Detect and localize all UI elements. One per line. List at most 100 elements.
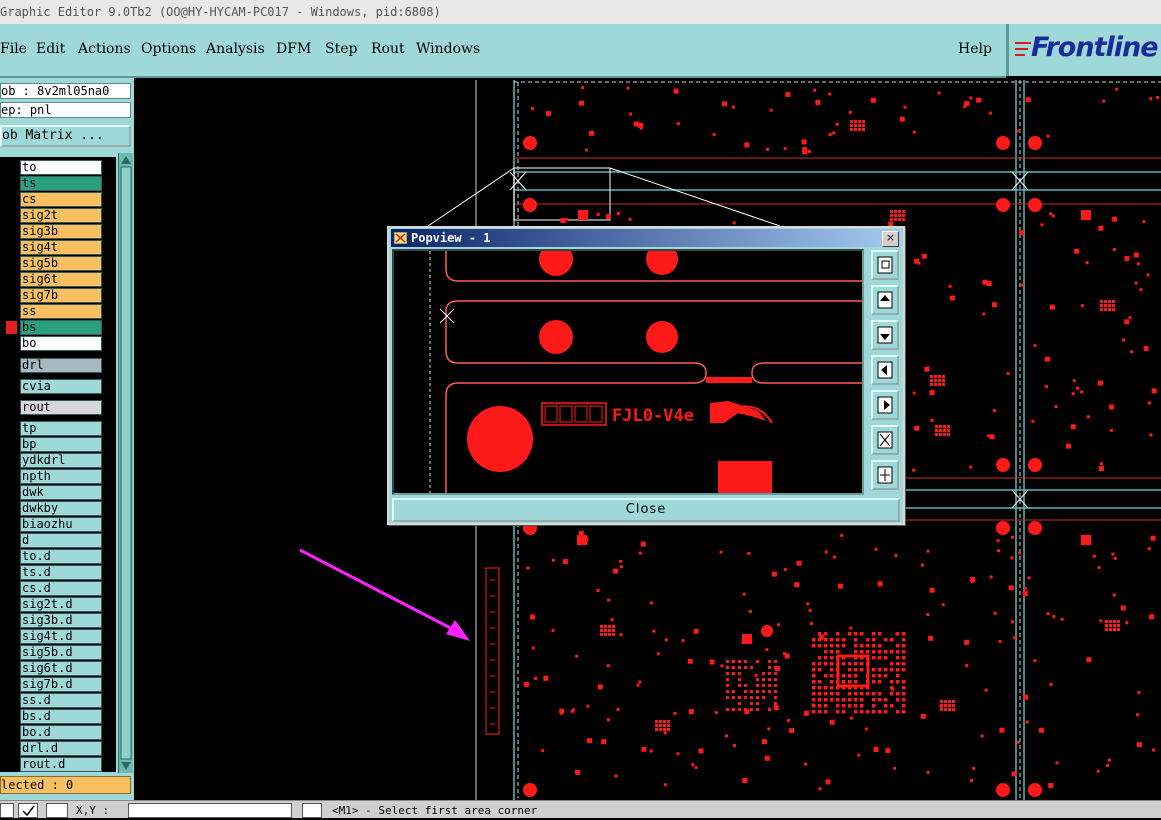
layer-name[interactable]: ydkdrl	[20, 453, 102, 468]
layer-row[interactable]: cs	[0, 192, 104, 208]
menu-file[interactable]: File	[0, 41, 27, 57]
zoom-fit-button[interactable]	[871, 425, 899, 455]
close-icon[interactable]: ×	[882, 231, 899, 247]
pan-left-button[interactable]	[871, 355, 899, 385]
layer-visibility-box[interactable]	[0, 597, 18, 612]
layer-visibility-box[interactable]	[0, 645, 18, 660]
layer-row[interactable]: ydkdrl	[0, 453, 104, 469]
layer-row[interactable]: bo.d	[0, 725, 104, 741]
layer-row[interactable]: cs.d	[0, 581, 104, 597]
layer-visibility-box[interactable]	[0, 709, 18, 724]
layer-visibility-box[interactable]	[0, 208, 18, 223]
layer-name[interactable]: to.d	[20, 549, 102, 564]
layer-visibility-box[interactable]	[0, 741, 18, 756]
layer-row[interactable]: rout.d	[0, 757, 104, 773]
pan-down-button[interactable]	[871, 320, 899, 350]
layer-visibility-box[interactable]	[0, 421, 18, 436]
layer-visibility-box[interactable]	[0, 400, 18, 415]
layer-row[interactable]: npth	[0, 469, 104, 485]
layers-icon[interactable]	[46, 803, 68, 818]
layer-name[interactable]: ss	[20, 304, 102, 319]
layer-row[interactable]: sig5b	[0, 256, 104, 272]
layer-name[interactable]: rout.d	[20, 757, 102, 772]
layer-visibility-box[interactable]	[0, 358, 18, 373]
layer-name[interactable]: ts	[20, 176, 102, 191]
layer-visibility-box[interactable]	[0, 629, 18, 644]
popview-canvas[interactable]: FJL0-V4e	[392, 249, 864, 495]
layer-row[interactable]: sig4t.d	[0, 629, 104, 645]
layer-row[interactable]: to.d	[0, 549, 104, 565]
menu-windows[interactable]: Windows	[416, 41, 480, 57]
layer-visibility-box[interactable]	[0, 661, 18, 676]
layer-visibility-box[interactable]	[0, 272, 18, 287]
layer-name[interactable]: dwk	[20, 485, 102, 500]
layer-visibility-box[interactable]	[0, 565, 18, 580]
layer-row[interactable]: drl.d	[0, 741, 104, 757]
layer-row[interactable]: sig2t.d	[0, 597, 104, 613]
layer-row[interactable]: sig6t.d	[0, 661, 104, 677]
layer-visibility-box[interactable]	[0, 192, 18, 207]
layer-name[interactable]: npth	[20, 469, 102, 484]
layer-name[interactable]: sig5b.d	[20, 645, 102, 660]
layer-visibility-box[interactable]	[0, 256, 18, 271]
layer-name[interactable]: sig7b	[20, 288, 102, 303]
layer-row[interactable]: dwkby	[0, 501, 104, 517]
layer-name[interactable]: bo	[20, 336, 102, 351]
layer-row[interactable]: ss.d	[0, 693, 104, 709]
layer-visibility-box[interactable]	[0, 288, 18, 303]
layer-row[interactable]: sig3b.d	[0, 613, 104, 629]
menu-help[interactable]: Help	[958, 41, 992, 57]
layer-name[interactable]: sig6t	[20, 272, 102, 287]
layer-visibility-box[interactable]	[0, 453, 18, 468]
layer-name[interactable]: bs	[20, 320, 102, 335]
layer-row[interactable]: bo	[0, 336, 104, 352]
layer-visibility-box[interactable]	[0, 549, 18, 564]
pan-up-button[interactable]	[871, 285, 899, 315]
layer-row[interactable]: to	[0, 160, 104, 176]
layer-row[interactable]: drl	[0, 358, 104, 374]
layer-visibility-box[interactable]	[0, 240, 18, 255]
layer-name[interactable]: sig2t.d	[20, 597, 102, 612]
menu-edit[interactable]: Edit	[36, 41, 65, 57]
layer-name[interactable]: cs.d	[20, 581, 102, 596]
layer-row[interactable]: sig6t	[0, 272, 104, 288]
layer-row[interactable]: sig5b.d	[0, 645, 104, 661]
layer-visibility-box[interactable]	[0, 336, 18, 351]
layer-visibility-box[interactable]	[0, 437, 18, 452]
layer-row[interactable]: tp	[0, 421, 104, 437]
layer-name[interactable]: tp	[20, 421, 102, 436]
layer-visibility-box[interactable]	[0, 160, 18, 175]
layer-row[interactable]: bp	[0, 437, 104, 453]
layer-row[interactable]: ts.d	[0, 565, 104, 581]
menu-actions[interactable]: Actions	[78, 41, 131, 57]
layer-name[interactable]: cvia	[20, 379, 102, 394]
layer-name[interactable]: sig7b.d	[20, 677, 102, 692]
layer-visibility-box[interactable]	[0, 693, 18, 708]
layer-name[interactable]: bo.d	[20, 725, 102, 740]
status-toggle-1[interactable]	[0, 803, 14, 818]
menu-rout[interactable]: Rout	[371, 41, 405, 57]
layer-name[interactable]: ss.d	[20, 693, 102, 708]
layer-row[interactable]: d	[0, 533, 104, 549]
layer-name[interactable]: dwkby	[20, 501, 102, 516]
layer-visibility-box[interactable]	[0, 320, 18, 335]
layer-row[interactable]: rout	[0, 400, 104, 416]
layer-name[interactable]: sig2t	[20, 208, 102, 223]
menu-step[interactable]: Step	[325, 41, 357, 57]
menu-options[interactable]: Options	[141, 41, 196, 57]
layer-row[interactable]: biaozhu	[0, 517, 104, 533]
layer-name[interactable]: ts.d	[20, 565, 102, 580]
layer-name[interactable]: sig4t	[20, 240, 102, 255]
layer-name[interactable]: drl	[20, 358, 102, 373]
layer-visibility-box[interactable]	[0, 725, 18, 740]
layer-visibility-box[interactable]	[0, 677, 18, 692]
layer-scrollbar[interactable]	[118, 153, 133, 773]
layer-visibility-box[interactable]	[0, 757, 18, 772]
layer-visibility-box[interactable]	[0, 485, 18, 500]
snap-check-icon[interactable]	[18, 803, 38, 818]
layer-row[interactable]: sig4t	[0, 240, 104, 256]
layer-row[interactable]: bs.d	[0, 709, 104, 725]
coord-field[interactable]	[128, 803, 292, 818]
layer-row[interactable]: sig3b	[0, 224, 104, 240]
layer-name[interactable]: cs	[20, 192, 102, 207]
